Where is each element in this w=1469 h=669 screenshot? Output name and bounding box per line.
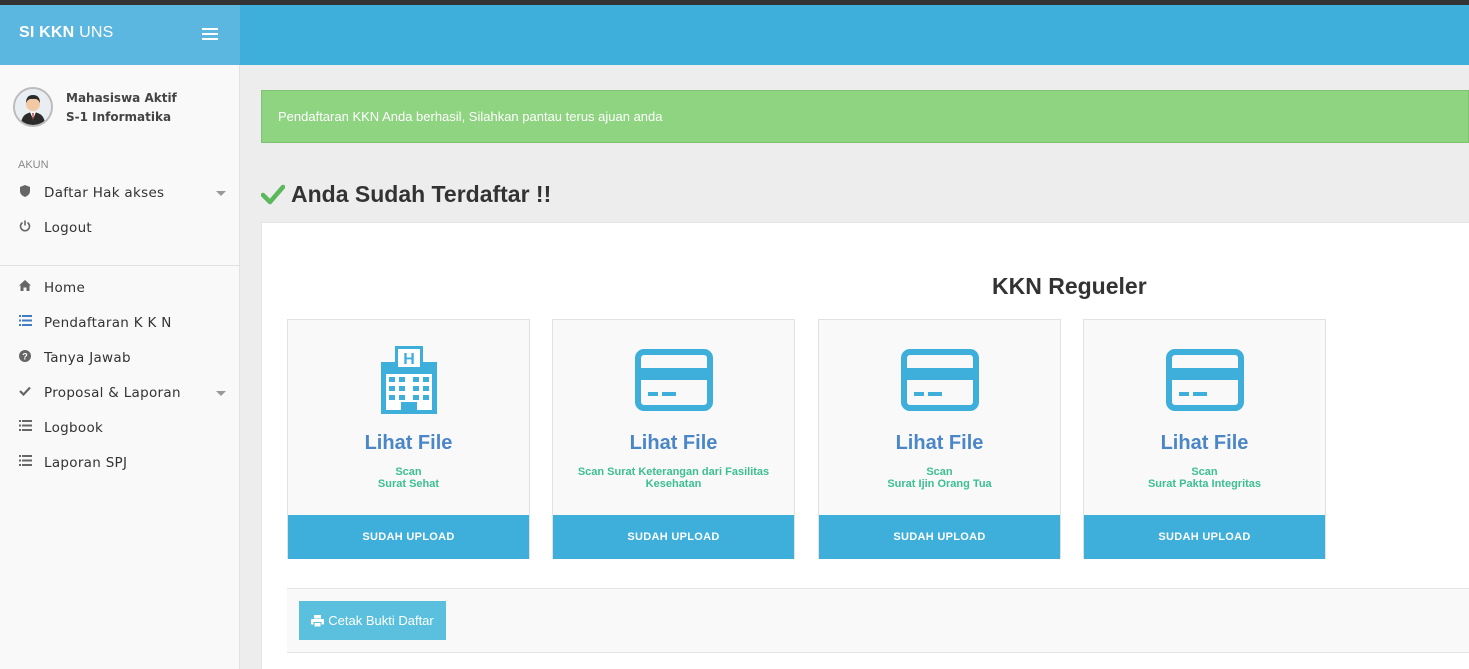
document-card: Lihat File Scan Surat Pakta Integritas S… — [1083, 319, 1326, 559]
user-program: S-1 Informatika — [66, 110, 172, 124]
sidebar-item-pendaftaran[interactable]: Pendaftaran K K N — [0, 305, 240, 339]
document-card: Lihat File Scan Surat Ijin Orang Tua SUD… — [818, 319, 1061, 559]
sidebar-item-label: Laporan SPJ — [44, 455, 128, 471]
sidebar-item-logbook[interactable]: Logbook — [0, 410, 240, 444]
document-card: H Lihat File Scan Surat Sehat SUDAH UPLO… — [287, 319, 530, 559]
hospital-icon: H — [380, 346, 437, 414]
check-icon — [18, 385, 32, 399]
printer-icon — [311, 615, 325, 628]
user-panel: Mahasiswa Aktif S-1 Informatika — [0, 65, 240, 150]
panel-footer: Cetak Bukti Daftar — [287, 588, 1469, 653]
view-file-link[interactable]: Lihat File — [1084, 432, 1325, 455]
shield-icon — [18, 185, 32, 199]
sidebar-divider — [0, 265, 239, 266]
registration-panel: KKN Regueler H Lihat File Scan Surat Seh… — [261, 222, 1469, 669]
upload-status-button[interactable]: SUDAH UPLOAD — [553, 515, 794, 559]
menu-toggle-icon[interactable] — [202, 28, 218, 40]
sidebar-item-proposal-laporan[interactable]: Proposal & Laporan — [0, 375, 240, 409]
success-alert: Pendaftaran KKN Anda berhasil, Silahkan … — [261, 90, 1469, 143]
chevron-down-icon — [216, 391, 226, 396]
sidebar-item-tanya-jawab[interactable]: ? Tanya Jawab — [0, 340, 240, 374]
user-name: Mahasiswa Aktif — [66, 91, 177, 105]
svg-text:?: ? — [22, 352, 28, 362]
sidebar-item-home[interactable]: Home — [0, 270, 240, 304]
document-card: Lihat File Scan Surat Keterangan dari Fa… — [552, 319, 795, 559]
brand-logo[interactable]: SI KKN UNS — [19, 24, 113, 42]
home-icon — [18, 280, 32, 294]
credit-card-icon — [1165, 349, 1244, 411]
view-file-link[interactable]: Lihat File — [288, 432, 529, 455]
upload-status-button[interactable]: SUDAH UPLOAD — [1084, 515, 1325, 559]
sidebar-item-label: Logbook — [44, 420, 104, 436]
list-icon — [18, 315, 32, 329]
avatar — [13, 87, 53, 127]
sidebar-item-label: Proposal & Laporan — [44, 385, 181, 401]
page-title-text: Anda Sudah Terdaftar !! — [291, 181, 552, 207]
print-button-label: Cetak Bukti Daftar — [328, 613, 434, 628]
sidebar-item-hak-akses[interactable]: Daftar Hak akses — [0, 175, 240, 209]
credit-card-icon — [900, 349, 979, 411]
sidebar: SI KKN UNS Mahasiswa Aktif S-1 Informati… — [0, 5, 240, 669]
top-header — [240, 5, 1469, 65]
credit-card-icon — [634, 349, 713, 411]
card-description: Scan Surat Keterangan dari Fasilitas Kes… — [577, 466, 770, 490]
check-icon — [261, 184, 285, 205]
brand-bar: SI KKN UNS — [0, 5, 240, 65]
card-description: Scan Surat Ijin Orang Tua — [887, 466, 992, 490]
upload-status-button[interactable]: SUDAH UPLOAD — [288, 515, 529, 559]
power-icon — [18, 220, 32, 234]
panel-title: KKN Regueler — [992, 273, 1147, 299]
sidebar-item-logout[interactable]: Logout — [0, 210, 240, 244]
list-icon — [18, 455, 32, 469]
view-file-link[interactable]: Lihat File — [819, 432, 1060, 455]
chevron-down-icon — [216, 191, 226, 196]
view-file-link[interactable]: Lihat File — [553, 432, 794, 455]
section-label-akun: AKUN — [18, 159, 49, 171]
question-circle-icon: ? — [18, 350, 32, 364]
sidebar-item-label: Logout — [44, 220, 93, 236]
svg-text:H: H — [403, 351, 415, 368]
card-description: Scan Surat Pakta Integritas — [1147, 466, 1262, 490]
sidebar-item-laporan-spj[interactable]: Laporan SPJ — [0, 445, 240, 479]
sidebar-item-label: Pendaftaran K K N — [44, 315, 172, 331]
print-proof-button[interactable]: Cetak Bukti Daftar — [299, 601, 446, 640]
upload-status-button[interactable]: SUDAH UPLOAD — [819, 515, 1060, 559]
sidebar-item-label: Home — [44, 280, 86, 296]
card-description: Scan Surat Sehat — [377, 466, 440, 490]
sidebar-item-label: Daftar Hak akses — [44, 185, 165, 201]
list-icon — [18, 420, 32, 434]
sidebar-item-label: Tanya Jawab — [44, 350, 131, 366]
alert-text: Pendaftaran KKN Anda berhasil, Silahkan … — [278, 109, 663, 124]
